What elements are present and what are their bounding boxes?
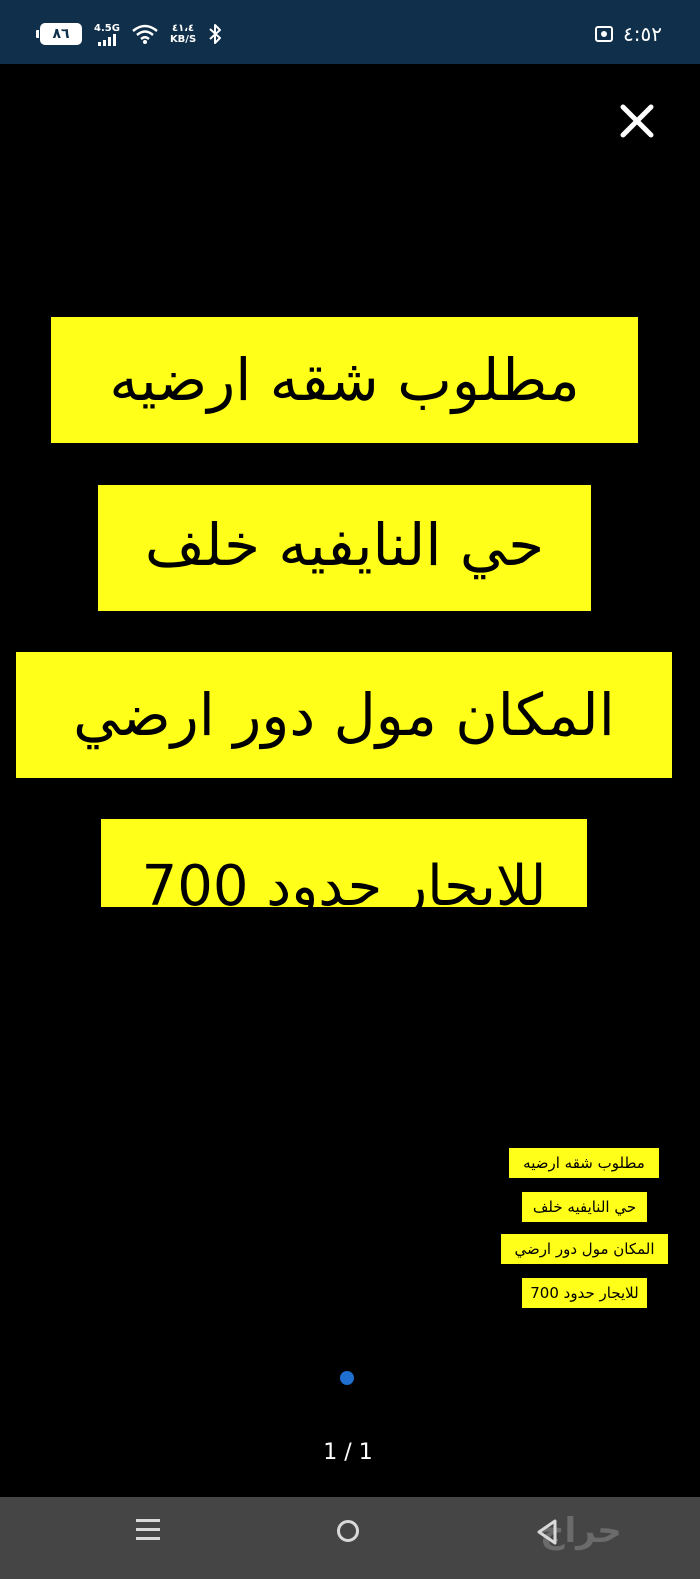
status-right-group: ٤:٥٢ — [595, 22, 662, 46]
image-banner-line-4: للايجار حدود 700 — [101, 819, 587, 907]
battery-icon: ٨٦ — [36, 23, 82, 45]
navigation-bar: حراج — [0, 1497, 700, 1579]
bluetooth-icon — [208, 23, 222, 45]
speed-value: ٤١،٤ — [172, 23, 195, 34]
image-banner-line-2: حي النايفيه خلف — [98, 485, 591, 611]
back-icon[interactable] — [536, 1519, 558, 1549]
network-speed: ٤١،٤ KB/S — [170, 23, 196, 45]
home-icon[interactable] — [337, 1520, 359, 1542]
image-banner-line-3: المكان مول دور ارضي — [16, 652, 672, 778]
page-indicator-dot[interactable] — [340, 1371, 354, 1385]
image-viewer-screen: ٨٦ 4.5G ٤١،٤ KB/S ٤:٥٢ مطلوب شقه ارضيه ح… — [0, 0, 700, 1579]
vpn-icon — [595, 26, 614, 42]
caption-line-4: للايجار حدود 700 — [522, 1278, 647, 1308]
caption-line-1: مطلوب شقه ارضيه — [509, 1148, 659, 1178]
status-bar: ٨٦ 4.5G ٤١،٤ KB/S ٤:٥٢ — [0, 0, 700, 64]
status-left-group: ٨٦ 4.5G ٤١،٤ KB/S — [36, 22, 222, 46]
wifi-icon — [132, 24, 158, 44]
speed-unit: KB/S — [169, 34, 197, 45]
network-type: 4.5G — [94, 22, 120, 34]
signal-bars — [97, 33, 116, 46]
caption-line-2: حي النايفيه خلف — [522, 1192, 647, 1222]
page-counter: 1 / 1 — [323, 1440, 373, 1465]
battery-level: ٨٦ — [52, 26, 70, 42]
image-banner-line-1: مطلوب شقه ارضيه — [51, 317, 638, 443]
menu-icon[interactable] — [136, 1519, 160, 1543]
signal-icon: 4.5G — [94, 23, 120, 46]
caption-line-3: المكان مول دور ارضي — [501, 1234, 668, 1264]
clock: ٤:٥٢ — [623, 22, 662, 46]
close-button[interactable] — [619, 103, 655, 139]
close-icon — [620, 104, 654, 138]
